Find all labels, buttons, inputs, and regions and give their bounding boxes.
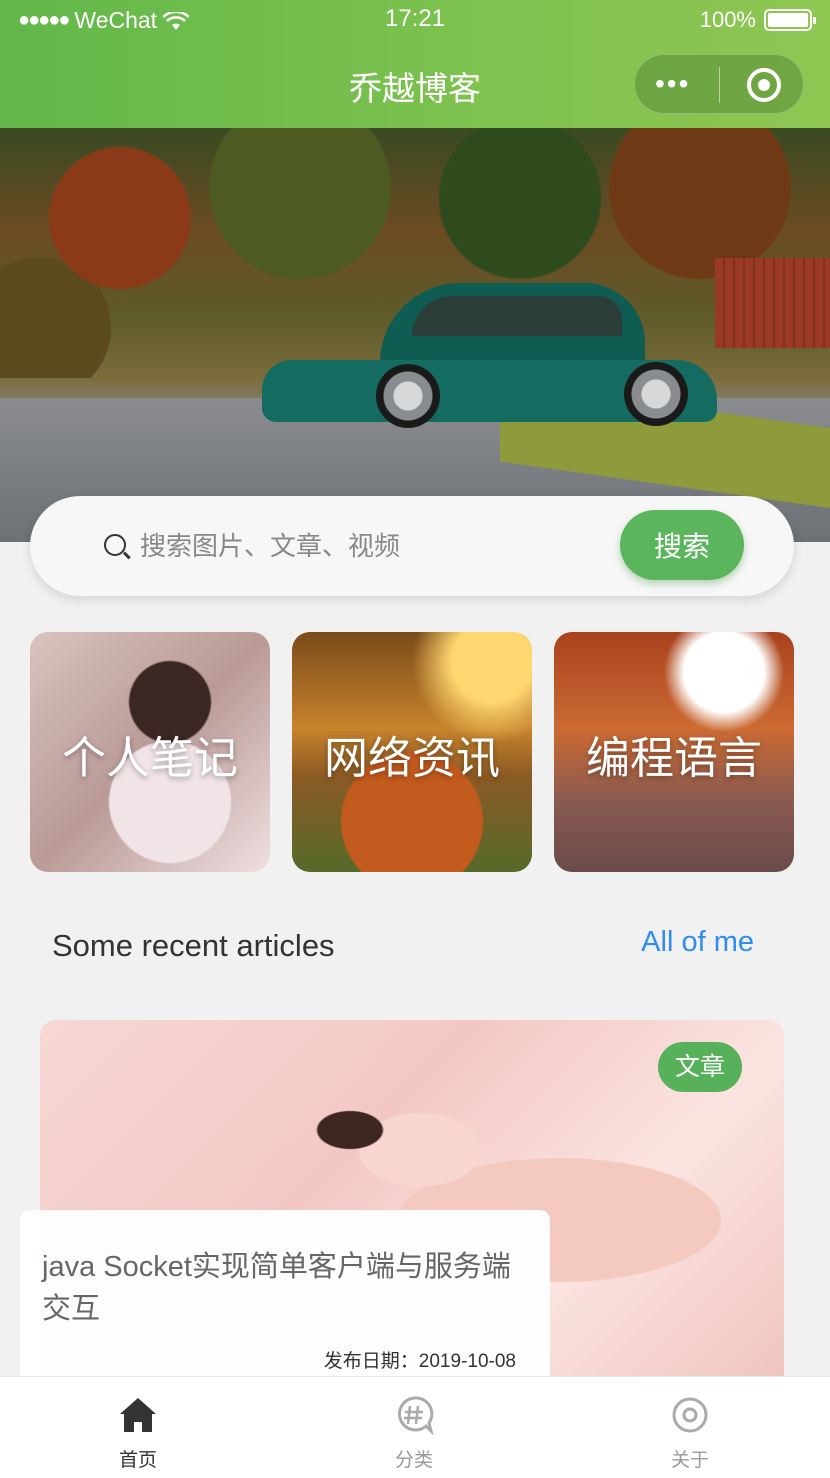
search-button[interactable]: 搜索 [620, 510, 744, 580]
tab-home[interactable]: 首页 [0, 1377, 276, 1478]
section-title: Some recent articles [52, 928, 335, 963]
tab-label: 分类 [394, 1450, 433, 1471]
article-date: 发布日期：2019-10-08 [323, 1351, 516, 1372]
top-header: ●●●●● WeChat 17:21 100% 乔越博客 ••• [0, 0, 830, 128]
banner-image [0, 128, 830, 542]
battery-icon [764, 9, 816, 31]
tab-label: 首页 [118, 1450, 157, 1471]
article-type-badge: 文章 [658, 1042, 742, 1092]
category-card-news[interactable]: 网络资讯 [292, 632, 532, 872]
category-label: 编程语言 [586, 734, 762, 783]
car-wheel-rear [624, 362, 688, 426]
battery-percent: 100% [699, 7, 756, 32]
hash-chat-icon [394, 1395, 434, 1436]
tab-label: 关于 [670, 1450, 709, 1471]
search-input[interactable] [140, 526, 610, 566]
banner-fence [715, 258, 830, 348]
search-bar: 搜索 [30, 496, 794, 596]
target-icon [670, 1395, 710, 1435]
more-icon[interactable]: ••• [655, 68, 690, 100]
status-bar: ●●●●● WeChat 17:21 100% [0, 0, 830, 40]
mini-program-capsule: ••• [634, 54, 804, 114]
tab-bar: 首页 分类 关于 [0, 1376, 830, 1478]
status-right: 100% [699, 7, 816, 33]
tab-about[interactable]: 关于 [552, 1377, 828, 1478]
car-wheel-front [376, 364, 440, 428]
category-label: 个人笔记 [62, 734, 238, 783]
all-articles-link[interactable]: All of me [641, 926, 754, 959]
search-icon [104, 534, 126, 556]
article-card[interactable]: java Socket实现简单客户端与服务端交互 发布日期：2019-10-08 [20, 1210, 550, 1380]
tab-category[interactable]: 分类 [276, 1377, 552, 1478]
article-title: java Socket实现简单客户端与服务端交互 [42, 1251, 511, 1325]
category-card-notes[interactable]: 个人笔记 [30, 632, 270, 872]
home-icon [118, 1395, 158, 1435]
category-label: 网络资讯 [324, 734, 500, 783]
car-window [412, 296, 622, 336]
close-target-icon[interactable] [747, 68, 781, 102]
category-card-programming[interactable]: 编程语言 [554, 632, 794, 872]
capsule-divider [719, 67, 720, 103]
